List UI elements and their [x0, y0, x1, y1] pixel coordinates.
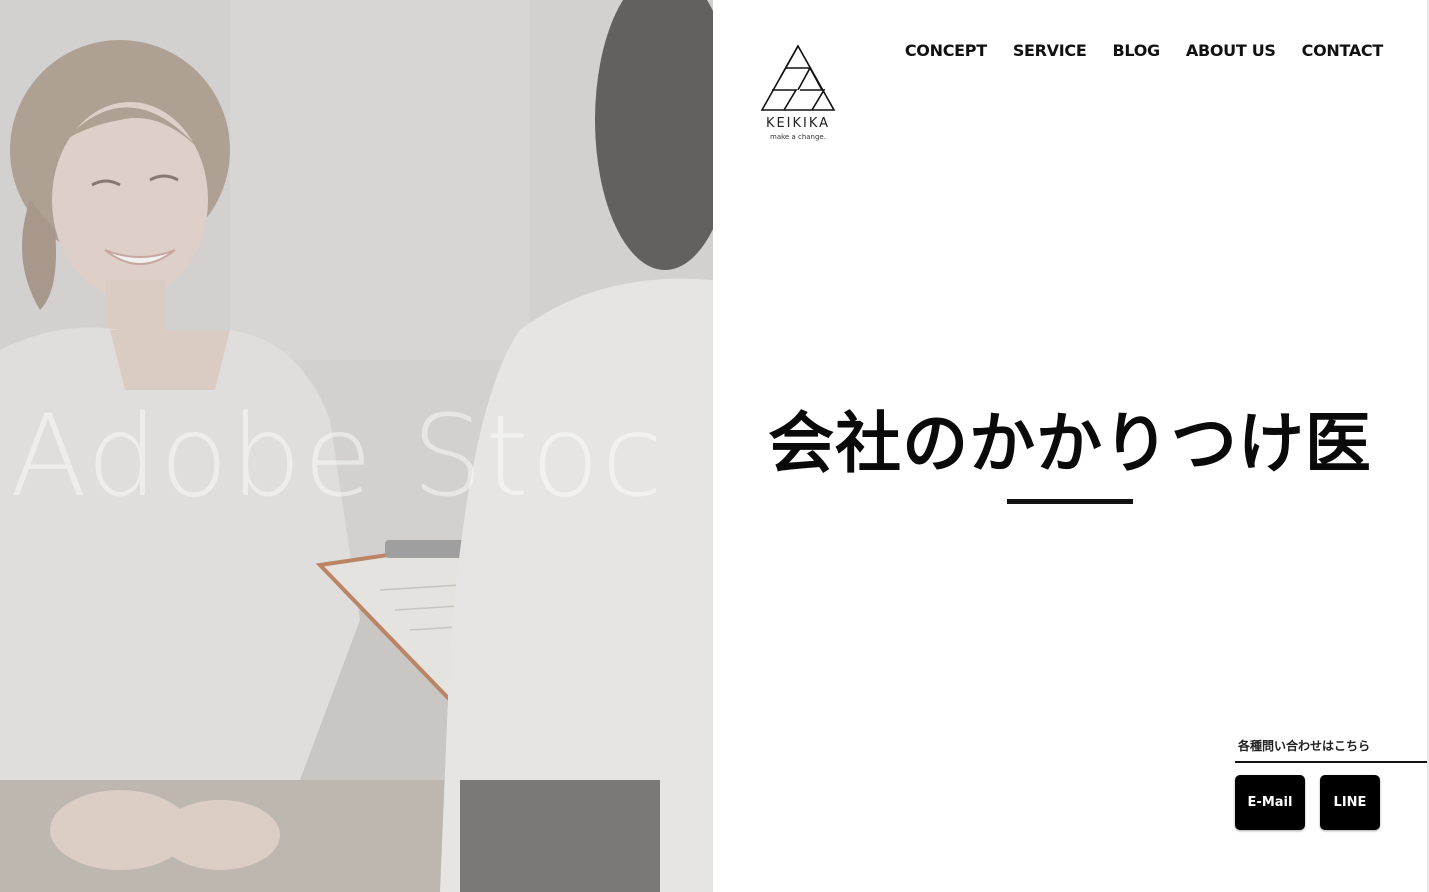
brand-logo[interactable]: KEIKIKA make a change.	[758, 44, 840, 144]
nav-item-contact[interactable]: CONTACT	[1302, 41, 1384, 60]
nav-item-about-us[interactable]: ABOUT US	[1186, 41, 1276, 60]
brand-name: KEIKIKA	[765, 116, 831, 131]
triangle-logo-icon	[760, 44, 836, 111]
main-nav: CONCEPT SERVICE BLOG ABOUT US CONTACT	[905, 41, 1383, 60]
hero-image: Adobe Stoc	[0, 0, 713, 892]
email-button[interactable]: E-Mail	[1235, 775, 1305, 830]
nav-item-blog[interactable]: BLOG	[1113, 41, 1161, 60]
nav-item-concept[interactable]: CONCEPT	[905, 41, 987, 60]
brand-tagline: make a change.	[770, 133, 826, 141]
hero-headline: 会社のかかりつけ医	[768, 405, 1372, 482]
contact-label: 各種問い合わせはこちら	[1238, 739, 1371, 753]
page: Adobe Stoc KEIKIKA make a change. CONCEP…	[0, 0, 1429, 892]
hero-overlay	[0, 0, 713, 892]
nav-item-service[interactable]: SERVICE	[1013, 41, 1087, 60]
line-button[interactable]: LINE	[1320, 775, 1380, 830]
contact-divider	[1235, 761, 1427, 763]
headline-underline	[1007, 499, 1133, 504]
